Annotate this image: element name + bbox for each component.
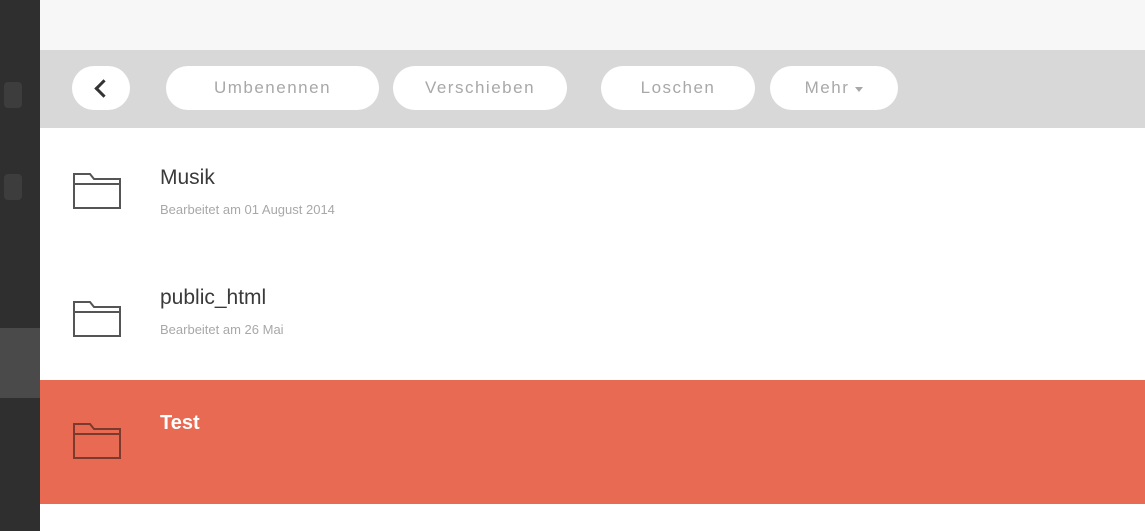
rail-active-indicator: [0, 328, 40, 398]
list-item-selected[interactable]: Test: [40, 380, 1145, 504]
delete-label: Loschen: [640, 78, 716, 97]
folder-icon: [72, 168, 122, 210]
file-name: Musik: [160, 166, 215, 189]
left-rail: [0, 0, 40, 531]
chevron-left-icon: [93, 78, 113, 98]
list-item[interactable]: public_html Bearbeitet am 26 Mai: [40, 256, 1145, 380]
toolbar: Umbenennen Verschieben Loschen Mehr: [40, 50, 1145, 128]
move-button[interactable]: Verschieben: [393, 66, 567, 110]
folder-icon: [72, 418, 122, 460]
rail-icon-2[interactable]: [4, 174, 22, 200]
top-bar: [40, 0, 1145, 50]
file-name: Test: [160, 412, 200, 434]
file-modified: Bearbeitet am 01 August 2014: [160, 202, 335, 217]
file-modified: Bearbeitet am 26 Mai: [160, 322, 284, 337]
more-button[interactable]: Mehr: [770, 66, 898, 110]
back-button[interactable]: [72, 66, 130, 110]
delete-button[interactable]: Loschen: [601, 66, 755, 110]
file-list: Musik Bearbeitet am 01 August 2014 publi…: [40, 128, 1145, 531]
move-label: Verschieben: [424, 78, 536, 97]
file-name: public_html: [160, 286, 267, 309]
folder-icon: [72, 296, 122, 338]
rail-icon-1[interactable]: [4, 82, 22, 108]
more-label: Mehr: [804, 78, 850, 97]
rename-label: Umbenennen: [213, 78, 332, 97]
caret-down-icon: [855, 86, 864, 92]
rename-button[interactable]: Umbenennen: [166, 66, 379, 110]
file-manager-screen: Umbenennen Verschieben Loschen Mehr Musi…: [0, 0, 1145, 531]
list-item[interactable]: Musik Bearbeitet am 01 August 2014: [40, 128, 1145, 252]
